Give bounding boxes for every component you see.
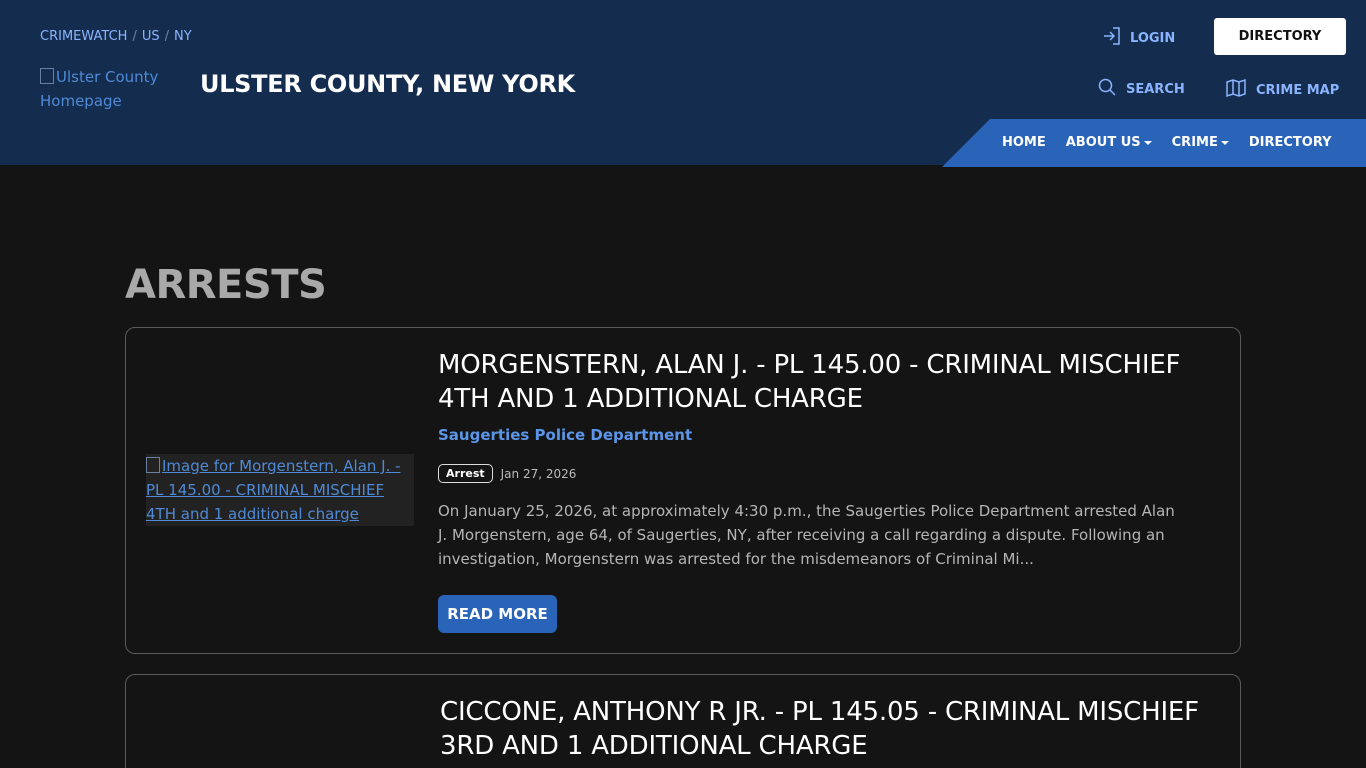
search-label: SEARCH — [1126, 81, 1185, 97]
search-link[interactable]: SEARCH — [1098, 78, 1185, 100]
login-label: LOGIN — [1130, 30, 1176, 46]
breadcrumb-us[interactable]: US — [142, 29, 160, 44]
post-image-link[interactable]: Image for Morgenstern, Alan J. - PL 145.… — [146, 454, 414, 526]
broken-image-icon — [40, 68, 54, 84]
county-logo-link[interactable]: Ulster County Homepage — [40, 65, 170, 113]
login-icon — [1102, 26, 1122, 50]
breadcrumb-separator: / — [164, 29, 169, 44]
nav-crime-label: CRIME — [1171, 135, 1218, 150]
post-card: Image for Morgenstern, Alan J. - PL 145.… — [125, 327, 1241, 654]
breadcrumb-ny[interactable]: NY — [174, 29, 192, 44]
page-title: ARRESTS — [125, 262, 327, 308]
caret-down-icon — [1143, 140, 1152, 145]
site-title: ULSTER COUNTY, NEW YORK — [200, 70, 575, 98]
post-department-link[interactable]: Saugerties Police Department — [438, 426, 692, 444]
nav-directory-label: DIRECTORY — [1248, 135, 1332, 150]
search-icon — [1098, 78, 1116, 100]
crime-map-link[interactable]: CRIME MAP — [1226, 78, 1339, 102]
post-title[interactable]: MORGENSTERN, ALAN J. - PL 145.00 - CRIMI… — [438, 348, 1218, 416]
read-more-button[interactable]: READ MORE — [438, 595, 557, 633]
breadcrumb-separator: / — [132, 29, 137, 44]
logo-alt-text: Ulster County Homepage — [40, 68, 159, 110]
nav-about-us-label: ABOUT US — [1065, 135, 1141, 150]
post-image-alt: Image for Morgenstern, Alan J. - PL 145.… — [146, 457, 401, 523]
breadcrumb: CRIMEWATCH / US / NY — [40, 29, 192, 44]
directory-button[interactable]: DIRECTORY — [1214, 18, 1346, 55]
nav-about-us[interactable]: ABOUT US — [1066, 135, 1152, 150]
post-category-badge: Arrest — [438, 464, 493, 483]
post-date: Jan 27, 2026 — [500, 466, 577, 481]
breadcrumb-crimewatch[interactable]: CRIMEWATCH — [40, 29, 127, 44]
nav-directory[interactable]: DIRECTORY — [1249, 135, 1332, 150]
nav-home[interactable]: HOME — [1002, 135, 1046, 150]
map-icon — [1226, 78, 1246, 102]
main-nav: HOME ABOUT US CRIME DIRECTORY — [1002, 135, 1332, 150]
post-meta: Arrest Jan 27, 2026 — [438, 464, 576, 483]
caret-down-icon — [1220, 140, 1229, 145]
crime-map-label: CRIME MAP — [1256, 82, 1340, 98]
nav-crime[interactable]: CRIME — [1172, 135, 1229, 150]
broken-image-icon — [146, 457, 160, 473]
post-card: CICCONE, ANTHONY R JR. - PL 145.05 - CRI… — [125, 674, 1241, 768]
login-link[interactable]: LOGIN — [1102, 26, 1175, 50]
nav-home-label: HOME — [1002, 135, 1046, 150]
post-title[interactable]: CICCONE, ANTHONY R JR. - PL 145.05 - CRI… — [440, 695, 1220, 763]
post-excerpt: On January 25, 2026, at approximately 4:… — [438, 502, 1175, 568]
